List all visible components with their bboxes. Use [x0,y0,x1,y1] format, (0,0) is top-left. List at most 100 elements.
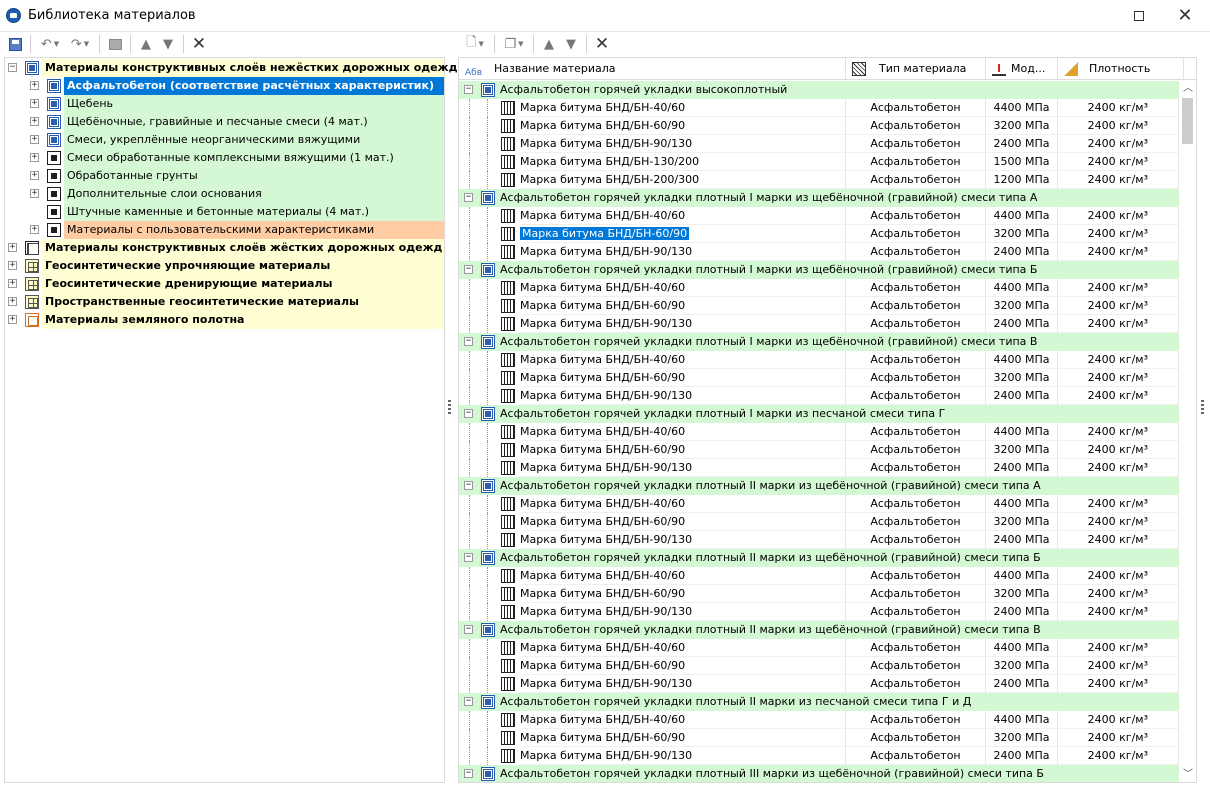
material-row[interactable]: Марка битума БНД/БН-40/60 Асфальтобетон 44… [459,567,1179,585]
collapse-icon[interactable]: − [464,85,473,94]
undo-button[interactable]: ↶ ▼ [35,33,65,55]
group-row[interactable]: − Асфальтобетон горячей укладки плотный I… [459,261,1179,279]
column-header-density[interactable]: Плотность [1058,58,1184,80]
material-row[interactable]: Марка битума БНД/БН-40/60 Асфальтобетон 44… [459,207,1179,225]
material-row[interactable]: Марка битума БНД/БН-90/130 Асфальтобетон 2… [459,387,1179,405]
material-row[interactable]: Марка битума БНД/БН-40/60 Асфальтобетон 44… [459,639,1179,657]
tree-item[interactable]: + Материалы конструктивных слоёв жёстких … [5,239,444,257]
close-button[interactable]: ✕ [1162,0,1208,32]
save-button[interactable] [4,33,26,55]
redo-button[interactable]: ↷ ▼ [65,33,95,55]
new-item-button[interactable]: 🗋 ▼ [460,33,490,55]
group-row[interactable]: − Асфальтобетон горячей укладки высокопло… [459,81,1179,99]
material-row[interactable]: Марка битума БНД/БН-40/60 Асфальтобетон 44… [459,279,1179,297]
collapse-icon[interactable]: − [464,481,473,490]
tree-item[interactable]: + Асфальтобетон (соответствие расчётных х… [5,77,444,95]
scroll-down-icon[interactable]: ﹀ [1179,767,1196,782]
material-row[interactable]: Марка битума БНД/БН-60/90 Асфальтобетон 32… [459,441,1179,459]
collapse-icon[interactable]: − [8,63,17,72]
material-row[interactable]: Марка битума БНД/БН-60/90 Асфальтобетон 32… [459,657,1179,675]
material-row[interactable]: Марка битума БНД/БН-60/90 Асфальтобетон 32… [459,297,1179,315]
pane-splitter-right[interactable] [1201,400,1204,414]
scroll-thumb[interactable] [1182,98,1193,144]
material-row[interactable]: Марка битума БНД/БН-40/60 Асфальтобетон 44… [459,711,1179,729]
material-row[interactable]: Марка битума БНД/БН-90/130 Асфальтобетон 2… [459,603,1179,621]
group-row[interactable]: − Асфальтобетон горячей укладки плотный I… [459,765,1179,782]
material-row[interactable]: Марка битума БНД/БН-60/90 Асфальтобетон 32… [459,513,1179,531]
tree-item[interactable]: − Материалы конструктивных слоёв нежёстки… [5,59,457,77]
collapse-icon[interactable]: − [464,625,473,634]
tree-item[interactable]: + Смеси обработанные комплексными вяжущим… [5,149,444,167]
material-row[interactable]: Марка битума БНД/БН-90/130 Асфальтобетон 2… [459,747,1179,765]
group-row[interactable]: − Асфальтобетон горячей укладки плотный I… [459,693,1179,711]
collapse-icon[interactable]: − [464,337,473,346]
collapse-icon[interactable]: − [464,265,473,274]
expand-icon[interactable]: + [30,135,39,144]
material-row[interactable]: Марка битума БНД/БН-60/90 Асфальтобетон 32… [459,369,1179,387]
material-row[interactable]: Марка битума БНД/БН-40/60 Асфальтобетон 44… [459,495,1179,513]
material-row[interactable]: Марка битума БНД/БН-90/130 Асфальтобетон 2… [459,243,1179,261]
scroll-up-icon[interactable]: ︿ [1179,81,1196,97]
material-row[interactable]: Марка битума БНД/БН-90/130 Асфальтобетон 2… [459,675,1179,693]
move-up-button[interactable]: ▲ [538,33,560,55]
category-tree[interactable]: − Материалы конструктивных слоёв нежёстки… [4,57,457,783]
tree-item[interactable]: + Пространственные геосинтетические матер… [5,293,444,311]
column-header-type[interactable]: Тип материала [846,58,986,80]
tree-item[interactable]: + Геосинтетические упрочняющие материалы [5,257,444,275]
copy-button[interactable]: ❐ ▼ [499,33,529,55]
material-row[interactable]: Марка битума БНД/БН-130/200 Асфальтобетон… [459,153,1179,171]
expand-icon[interactable]: + [8,243,17,252]
group-row[interactable]: − Асфальтобетон горячей укладки плотный I… [459,477,1179,495]
group-row[interactable]: − Асфальтобетон горячей укладки плотный I… [459,549,1179,567]
material-row[interactable]: Марка битума БНД/БН-90/130 Асфальтобетон 2… [459,135,1179,153]
tree-item[interactable]: + Дополнительные слои основания [5,185,444,203]
add-folder-button[interactable] [104,33,126,55]
expand-icon[interactable]: + [30,153,39,162]
materials-grid[interactable]: Абв Название материала Тип материала Мод.… [458,57,1197,783]
tree-item[interactable]: + Щебёночные, гравийные и песчаные смеси … [5,113,444,131]
expand-icon[interactable]: + [30,171,39,180]
pane-splitter[interactable] [448,400,451,414]
material-row[interactable]: Марка битума БНД/БН-40/60 Асфальтобетон 44… [459,423,1179,441]
expand-icon[interactable]: + [30,99,39,108]
move-down-button[interactable]: ▼ [560,33,582,55]
group-row[interactable]: − Асфальтобетон горячей укладки плотный I… [459,189,1179,207]
vertical-scrollbar[interactable]: ︿ ﹀ [1179,81,1196,782]
tree-item[interactable]: + Смеси, укреплённые неорганическими вяжу… [5,131,444,149]
expand-icon[interactable]: + [30,189,39,198]
tree-item[interactable]: + Материалы земляного полотна [5,311,444,329]
delete-button[interactable]: ✕ [188,33,210,55]
material-row[interactable]: Марка битума БНД/БН-60/90 Асфальтобетон 32… [459,729,1179,747]
group-row[interactable]: − Асфальтобетон горячей укладки плотный I… [459,333,1179,351]
group-row[interactable]: − Асфальтобетон горячей укладки плотный I… [459,621,1179,639]
tree-item[interactable]: + Геосинтетические дренирующие материалы [5,275,444,293]
expand-icon[interactable]: + [8,261,17,270]
material-row[interactable]: Марка битума БНД/БН-40/60 Асфальтобетон 44… [459,351,1179,369]
tree-item[interactable]: + Щебень [5,95,444,113]
expand-icon[interactable]: + [8,297,17,306]
move-down-button[interactable]: ▼ [157,33,179,55]
tree-item[interactable]: + Материалы с пользовательскими характери… [5,221,444,239]
material-row[interactable]: Марка битума БНД/БН-60/90 Асфальтобетон 32… [459,585,1179,603]
expand-icon[interactable]: + [8,315,17,324]
tree-item[interactable]: Штучные каменные и бетонные материалы (4… [5,203,444,221]
material-row[interactable]: Марка битума БНД/БН-90/130 Асфальтобетон 2… [459,315,1179,333]
expand-icon[interactable]: + [30,225,39,234]
material-row[interactable]: Марка битума БНД/БН-90/130 Асфальтобетон 2… [459,459,1179,477]
collapse-icon[interactable]: − [464,409,473,418]
material-row[interactable]: Марка битума БНД/БН-90/130 Асфальтобетон 2… [459,531,1179,549]
collapse-icon[interactable]: − [464,193,473,202]
tree-item[interactable]: + Обработанные грунты [5,167,444,185]
maximize-button[interactable] [1116,0,1162,32]
material-row[interactable]: Марка битума БНД/БН-60/90 Асфальтобетон 32… [459,225,1179,243]
expand-icon[interactable]: + [30,81,39,90]
delete-button[interactable]: ✕ [591,33,613,55]
group-row[interactable]: − Асфальтобетон горячей укладки плотный I… [459,405,1179,423]
collapse-icon[interactable]: − [464,697,473,706]
move-up-button[interactable]: ▲ [135,33,157,55]
material-row[interactable]: Марка битума БНД/БН-200/300 Асфальтобетон… [459,171,1179,189]
material-row[interactable]: Марка битума БНД/БН-40/60 Асфальтобетон 44… [459,99,1179,117]
expand-icon[interactable]: + [30,117,39,126]
collapse-icon[interactable]: − [464,553,473,562]
column-header-modulus[interactable]: Мод... [986,58,1058,80]
